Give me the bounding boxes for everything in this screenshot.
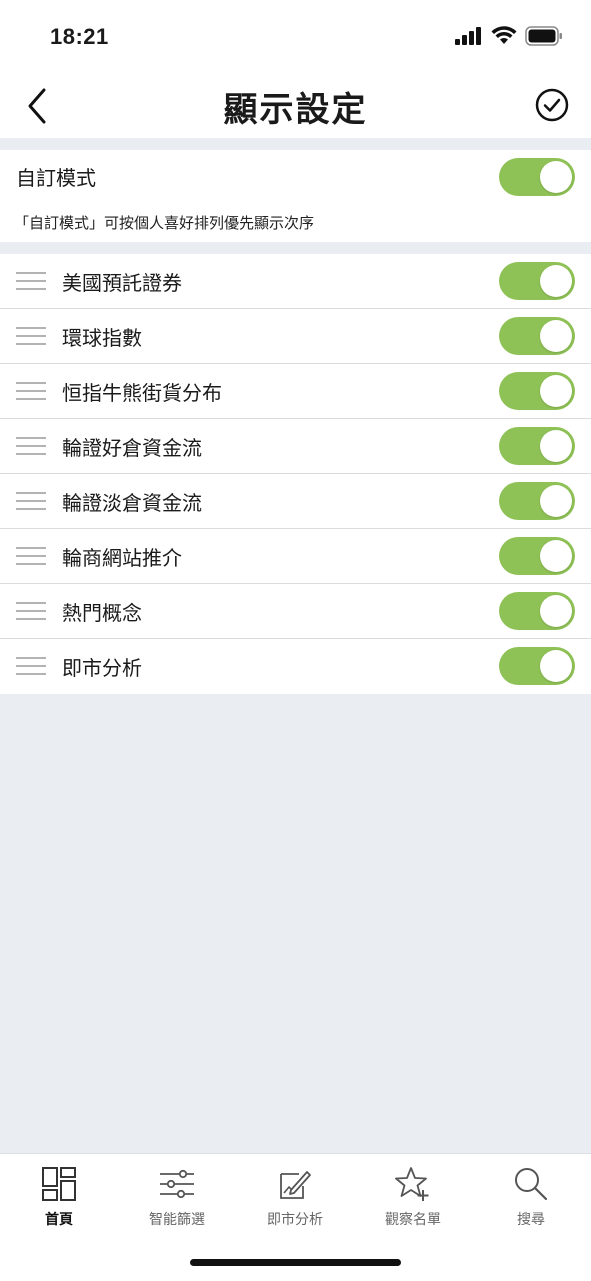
drag-handle-icon[interactable] [16, 272, 46, 292]
list-item: 環球指數 [0, 309, 591, 364]
list-item-label: 輪證好倉資金流 [62, 436, 202, 460]
tab-label: 智能篩選 [149, 1212, 205, 1228]
toggle-knob [540, 540, 572, 572]
list-item: 輪商網站推介 [0, 529, 591, 584]
tab-search[interactable]: 搜尋 [472, 1154, 590, 1234]
confirm-button[interactable] [535, 88, 569, 122]
list-item: 恒指牛熊街貨分布 [0, 364, 591, 419]
drag-handle-icon[interactable] [16, 657, 46, 677]
drag-handle-icon[interactable] [16, 492, 46, 512]
list-item-label: 即市分析 [62, 656, 142, 680]
list-item-label: 輪證淡倉資金流 [62, 491, 202, 515]
drag-handle-icon[interactable] [16, 547, 46, 567]
tab-label: 觀察名單 [385, 1212, 441, 1228]
nav-bar: 顯示設定 [0, 72, 591, 138]
list-item-label: 輪商網站推介 [62, 546, 182, 570]
status-bar: 18:21 [0, 0, 591, 72]
list-item-label: 熱門概念 [62, 601, 142, 625]
drag-handle-icon[interactable] [16, 437, 46, 457]
signal-icon [455, 27, 481, 45]
custom-mode-section: 自訂模式 「自訂模式」可按個人喜好排列優先顯示次序 [0, 150, 591, 242]
toggle-knob [540, 265, 572, 297]
search-icon [515, 1168, 548, 1201]
status-time: 18:21 [50, 24, 109, 49]
toggle-knob [540, 375, 572, 407]
section-toggle[interactable] [499, 537, 575, 575]
section-list: 美國預託證券 環球指數 恒指牛熊街貨分布 輪證好倉資金流 輪證淡倉資金流 輪商網… [0, 254, 591, 694]
toggle-knob [540, 430, 572, 462]
section-toggle[interactable] [499, 592, 575, 630]
toggle-knob [540, 320, 572, 352]
list-item-label: 恒指牛熊街貨分布 [62, 381, 222, 405]
list-item-label: 美國預託證券 [62, 271, 182, 295]
section-toggle[interactable] [499, 317, 575, 355]
check-circle-icon [535, 88, 569, 122]
list-item: 輪證淡倉資金流 [0, 474, 591, 529]
list-item: 熱門概念 [0, 584, 591, 639]
tab-smart-filter[interactable]: 智能篩選 [118, 1154, 236, 1234]
drag-handle-icon[interactable] [16, 382, 46, 402]
tab-market-analysis[interactable]: 即市分析 [236, 1154, 354, 1234]
tab-label: 搜尋 [517, 1212, 545, 1228]
wifi-icon [491, 26, 517, 44]
sliders-icon [160, 1169, 194, 1199]
list-item: 美國預託證券 [0, 254, 591, 309]
list-item-label: 環球指數 [62, 326, 142, 350]
battery-icon [525, 26, 562, 46]
section-toggle[interactable] [499, 647, 575, 685]
tab-label: 首頁 [45, 1212, 73, 1228]
list-item: 輪證好倉資金流 [0, 419, 591, 474]
drag-handle-icon[interactable] [16, 602, 46, 622]
drag-handle-icon[interactable] [16, 327, 46, 347]
custom-mode-description: 「自訂模式」可按個人喜好排列優先顯示次序 [14, 214, 315, 232]
toggle-knob [540, 650, 572, 682]
tab-label: 即市分析 [267, 1212, 323, 1228]
edit-chart-icon [280, 1171, 311, 1199]
section-toggle[interactable] [499, 262, 575, 300]
tab-watchlist[interactable]: 觀察名單 [354, 1154, 472, 1234]
home-grid-icon [42, 1167, 76, 1201]
star-plus-icon [395, 1167, 429, 1201]
status-icons [455, 26, 563, 46]
page-title: 顯示設定 [223, 90, 368, 130]
custom-mode-toggle[interactable] [499, 158, 575, 196]
custom-mode-label: 自訂模式 [16, 166, 96, 190]
home-indicator [190, 1259, 401, 1266]
toggle-knob [540, 485, 572, 517]
toggle-knob [540, 595, 572, 627]
section-toggle[interactable] [499, 427, 575, 465]
section-toggle[interactable] [499, 372, 575, 410]
list-item: 即市分析 [0, 639, 591, 694]
toggle-knob [540, 161, 572, 193]
section-toggle[interactable] [499, 482, 575, 520]
tab-home[interactable]: 首頁 [0, 1154, 118, 1234]
